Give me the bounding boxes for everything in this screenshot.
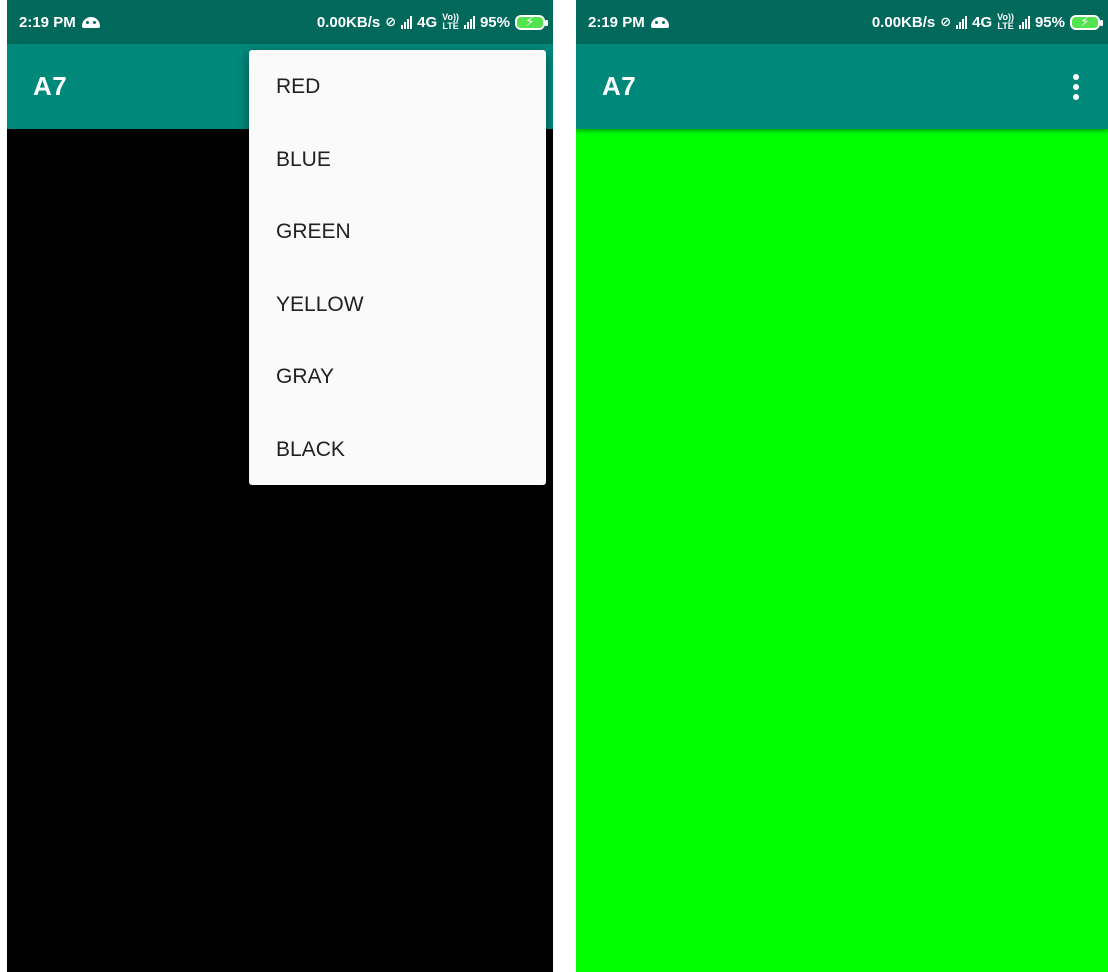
app-title: A7 <box>602 71 637 101</box>
content-area <box>576 129 1108 972</box>
network-type: 4G <box>417 13 438 31</box>
volte-icon: Vo)) LTE <box>442 12 459 31</box>
android-notification-icon <box>650 16 669 28</box>
signal-icon <box>956 15 968 29</box>
volte-icon: Vo)) LTE <box>997 12 1014 31</box>
battery-percent: 95% <box>1034 13 1065 31</box>
network-speed: 0.00KB/s <box>871 13 936 31</box>
menu-item-red[interactable]: RED <box>249 51 546 124</box>
signal-icon-2 <box>1018 15 1030 29</box>
battery-percent: 95% <box>479 13 510 31</box>
app-bar: A7 <box>576 44 1108 129</box>
battery-charging-icon: ⚡ <box>1070 14 1103 30</box>
network-speed: 0.00KB/s <box>316 13 381 31</box>
mute-icon: ⊘ <box>385 14 397 29</box>
network-type: 4G <box>972 13 993 31</box>
status-time: 2:19 PM <box>588 13 645 31</box>
menu-item-yellow[interactable]: YELLOW <box>249 269 546 342</box>
signal-icon <box>401 15 413 29</box>
status-time: 2:19 PM <box>19 13 76 31</box>
menu-item-green[interactable]: GREEN <box>249 196 546 269</box>
more-vert-icon[interactable] <box>1064 67 1088 107</box>
menu-item-blue[interactable]: BLUE <box>249 124 546 197</box>
signal-icon-2 <box>463 15 475 29</box>
menu-item-black[interactable]: BLACK <box>249 414 546 487</box>
phone-screen-left: 2:19 PM 0.00KB/s ⊘ 4G Vo)) LTE 95% ⚡ A7 R… <box>7 0 553 972</box>
mute-icon: ⊘ <box>940 14 952 29</box>
battery-charging-icon: ⚡ <box>515 14 548 30</box>
android-notification-icon <box>81 16 100 28</box>
status-bar: 2:19 PM 0.00KB/s ⊘ 4G Vo)) LTE 95% ⚡ <box>576 0 1108 44</box>
menu-item-gray[interactable]: GRAY <box>249 341 546 414</box>
overflow-menu: RED BLUE GREEN YELLOW GRAY BLACK <box>249 50 546 485</box>
status-bar: 2:19 PM 0.00KB/s ⊘ 4G Vo)) LTE 95% ⚡ <box>7 0 553 44</box>
phone-screen-right: 2:19 PM 0.00KB/s ⊘ 4G Vo)) LTE 95% ⚡ A7 <box>576 0 1108 972</box>
